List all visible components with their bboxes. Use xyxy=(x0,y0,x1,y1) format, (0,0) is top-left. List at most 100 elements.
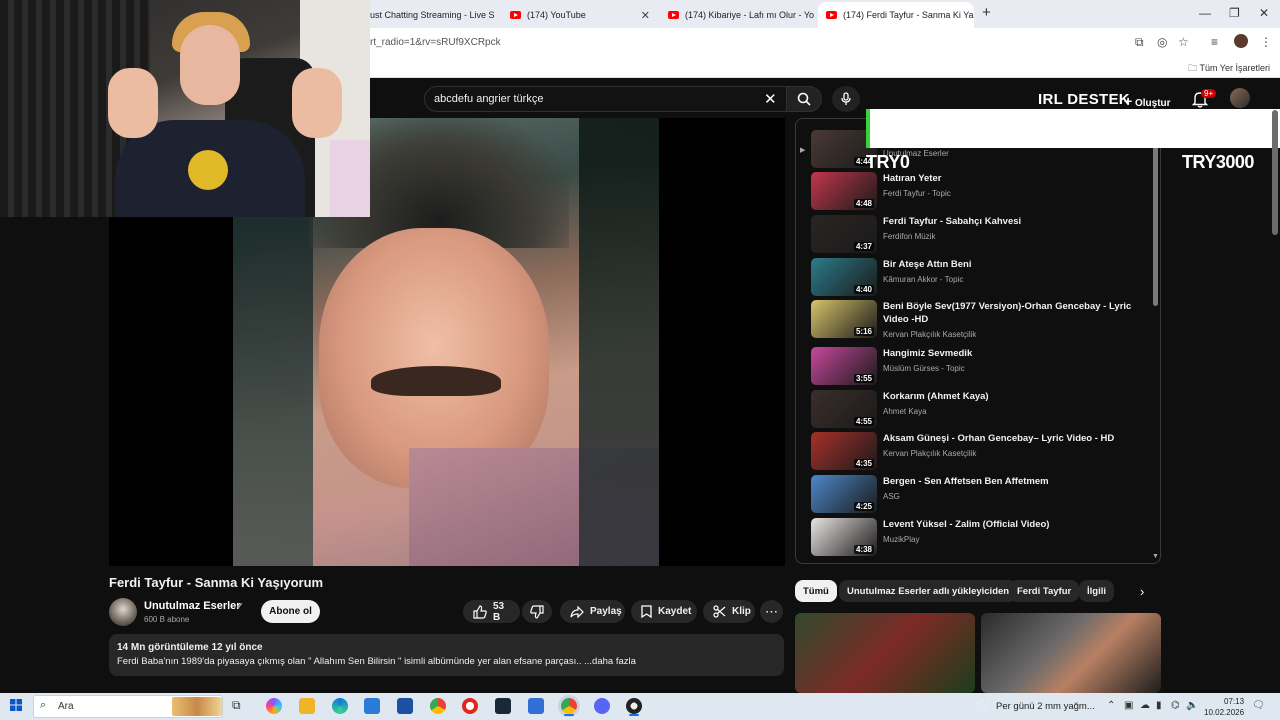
chrome-active-icon[interactable] xyxy=(561,698,577,714)
save-button[interactable]: Kaydet xyxy=(631,600,697,623)
playlist-item[interactable]: 3:55 Hangimiz Sevmedik Müslüm Gürses - Top… xyxy=(811,347,1151,387)
playlist-thumbnail[interactable]: 5:16 xyxy=(811,300,877,338)
playlist-item[interactable]: 5:16 Beni Böyle Sev(1977 Versiyon)-Orhan … xyxy=(811,300,1151,340)
usb-icon[interactable]: ▮ xyxy=(1156,700,1162,711)
all-bookmarks-link[interactable]: 🗀 Tüm Yer İşaretleri xyxy=(1188,61,1270,77)
weather-forecast[interactable]: Per günü 2 mm yağm... xyxy=(996,701,1095,712)
task-view-icon[interactable]: ⧉ xyxy=(232,698,248,714)
tab-kibariye[interactable]: (174) Kibariye - Lafı mı Olur - Yo ✕ xyxy=(660,2,816,28)
playlist-thumbnail[interactable]: 4:55 xyxy=(811,390,877,428)
playlist-item[interactable]: 4:38 Levent Yüksel - Zalim (Official Vide… xyxy=(811,518,1151,558)
file-explorer-icon[interactable] xyxy=(299,698,315,714)
tab-just-chatting[interactable]: ust Chatting Streaming - Live S xyxy=(362,2,502,28)
playlist-thumbnail[interactable]: 4:40 xyxy=(811,258,877,296)
playlist-item-channel: Kervan Plakçılık Kasetçilik xyxy=(883,330,977,339)
tab-youtube-home[interactable]: (174) YouTube ✕ xyxy=(502,2,658,28)
store-icon[interactable] xyxy=(364,698,380,714)
duration-badge: 4:37 xyxy=(853,242,874,251)
channel-avatar[interactable] xyxy=(109,598,137,626)
playlist-item[interactable]: 4:35 Aksam Güneşi - Orhan Gencebay– Lyric… xyxy=(811,432,1151,472)
cloud-icon[interactable]: ☁ xyxy=(1140,700,1150,711)
new-tab-button[interactable]: + xyxy=(982,4,991,21)
mail-icon[interactable] xyxy=(397,698,413,714)
video-title: Ferdi Tayfur - Sanma Ki Yaşıyorum xyxy=(109,575,324,590)
app-icon[interactable] xyxy=(528,698,544,714)
playlist-thumbnail[interactable]: 4:35 xyxy=(811,432,877,470)
volume-icon[interactable]: 🔈 xyxy=(1186,700,1198,711)
discord-icon[interactable] xyxy=(594,698,610,714)
playlist-thumbnail[interactable]: 4:48 xyxy=(811,172,877,210)
duration-badge: 4:35 xyxy=(853,459,874,468)
notification-center-icon[interactable]: 🗨 xyxy=(1252,700,1265,711)
webcam-face xyxy=(180,25,240,105)
minimize-button[interactable]: — xyxy=(1199,6,1211,20)
playlist-thumbnail[interactable]: 3:55 xyxy=(811,347,877,385)
share-button[interactable]: Paylaş xyxy=(560,600,625,623)
duration-badge: 5:16 xyxy=(853,327,874,336)
playlist-item[interactable]: 4:55 Korkarım (Ahmet Kaya) Ahmet Kaya xyxy=(811,390,1151,430)
page-scrollbar[interactable] xyxy=(1272,110,1278,235)
opera-icon[interactable] xyxy=(462,698,478,714)
tray-chevron-icon[interactable]: ⌃ xyxy=(1107,700,1115,711)
description-box[interactable] xyxy=(109,634,784,676)
copilot-icon[interactable] xyxy=(266,698,282,714)
playlist-item-title: Hatıran Yeter xyxy=(883,173,942,184)
windows-start-icon[interactable] xyxy=(10,699,22,711)
subscribe-button[interactable]: Abone ol xyxy=(261,600,320,623)
create-button[interactable]: + Oluştur xyxy=(1124,93,1171,109)
playlist-item[interactable]: 4:48 Hatıran Yeter Ferdi Tayfur - Topic xyxy=(811,172,1151,212)
playlist-item-title: Beni Böyle Sev(1977 Versiyon)-Orhan Genc… xyxy=(883,301,1132,325)
chip-from-uploader[interactable]: Unutulmaz Eserler adlı yükleyiciden xyxy=(839,580,1018,602)
menu-kebab-icon[interactable]: ⋮ xyxy=(1260,35,1272,49)
recommended-thumbnail[interactable] xyxy=(795,613,975,693)
clip-button[interactable]: Klip xyxy=(703,600,755,623)
obs-icon[interactable] xyxy=(626,698,642,714)
playlist-item-channel: Kâmuran Akkor - Topic xyxy=(883,275,964,284)
playlist-item-title: Ferdi Tayfur - Sabahçı Kahvesi xyxy=(883,216,1022,227)
clear-search-icon[interactable]: ✕ xyxy=(764,90,777,108)
close-window-button[interactable]: ✕ xyxy=(1259,6,1269,20)
playlist-item-channel: Kervan Plakçılık Kasetçilik xyxy=(883,449,977,458)
playlist-item[interactable]: 4:40 Bir Ateşe Attın Beni Kâmuran Akkor - … xyxy=(811,258,1151,298)
chip-related[interactable]: İlgili xyxy=(1079,580,1114,602)
playlist-thumbnail[interactable]: 4:25 xyxy=(811,475,877,513)
playlist-item[interactable]: 4:25 Bergen - Sen Affetsen Ben Affetmem AS… xyxy=(811,475,1151,515)
chip-all[interactable]: Tümü xyxy=(795,580,837,602)
chevron-right-icon[interactable]: › xyxy=(1140,584,1144,599)
like-button[interactable]: 53 B xyxy=(463,600,520,623)
chip-ferdi-tayfur[interactable]: Ferdi Tayfur xyxy=(1009,580,1080,602)
system-clock[interactable]: 07:13 10.02.2026 xyxy=(1204,696,1244,718)
install-app-icon[interactable]: ⧉ xyxy=(1135,35,1144,50)
playlist-item-title: Levent Yüksel - Zalim (Official Video) xyxy=(883,519,1050,530)
scroll-down-arrow-icon[interactable]: ▼ xyxy=(1152,553,1159,560)
eye-off-icon[interactable]: ◎ xyxy=(1157,35,1167,49)
playlist-item[interactable]: 4:37 Ferdi Tayfur - Sabahçı Kahvesi Ferdif… xyxy=(811,215,1151,255)
more-actions-button[interactable]: ⋯ xyxy=(760,600,783,623)
edge-browser-icon[interactable] xyxy=(332,698,348,714)
playlist-item-title: Aksam Güneşi - Orhan Gencebay– Lyric Vid… xyxy=(883,433,1115,444)
account-avatar[interactable] xyxy=(1230,88,1250,108)
channel-name[interactable]: Unutulmaz Eserler xyxy=(144,600,241,612)
steam-icon[interactable] xyxy=(495,698,511,714)
playlist-thumbnail[interactable]: 4:37 xyxy=(811,215,877,253)
bookmark-star-icon[interactable]: ☆ xyxy=(1178,35,1189,49)
playlist-thumbnail[interactable]: 4:38 xyxy=(811,518,877,556)
media-control-icon[interactable]: ≡ xyxy=(1211,35,1218,49)
dislike-button[interactable] xyxy=(522,600,552,623)
search-highlight-image xyxy=(172,697,222,716)
like-count: 53 B xyxy=(493,600,505,623)
close-tab-icon[interactable]: ✕ xyxy=(641,9,650,22)
tab-ferdi-tayfur[interactable]: (174) Ferdi Tayfur - Sanma Ki Ya ✕ xyxy=(818,2,974,28)
screen: ust Chatting Streaming - Live S (174) Yo… xyxy=(0,0,1280,720)
search-button[interactable] xyxy=(786,86,822,112)
network-icon[interactable]: ⌬ xyxy=(1171,700,1180,711)
chrome-icon[interactable] xyxy=(430,698,446,714)
bookmark-icon xyxy=(641,605,652,618)
verified-check-icon: ✔ xyxy=(236,601,244,611)
recommended-thumbnail[interactable] xyxy=(981,613,1161,693)
tray-app-icon[interactable]: ▣ xyxy=(1124,700,1133,711)
restore-button[interactable]: ❐ xyxy=(1229,6,1240,20)
voice-search-button[interactable] xyxy=(832,86,860,112)
profile-avatar[interactable] xyxy=(1234,34,1248,48)
subscriber-count: 600 B abone xyxy=(144,615,190,624)
